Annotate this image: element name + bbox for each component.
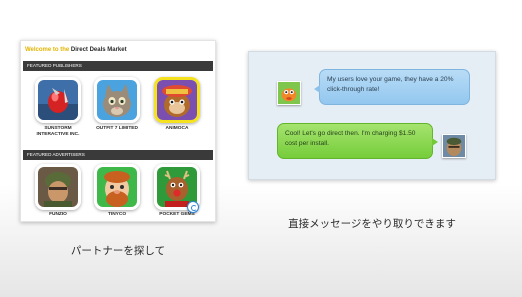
advertiser-name-tinyco: TINYCO xyxy=(107,212,127,217)
animoca-monkey-icon[interactable] xyxy=(154,77,200,123)
market-title-highlight: Welcome to the xyxy=(25,47,71,53)
market-title-rest: Direct Deals Market xyxy=(70,47,127,53)
refresh-badge-icon xyxy=(187,201,199,213)
direct-deals-market-panel: Welcome to the Direct Deals Market FEATU… xyxy=(20,40,216,222)
caption-find-partners: パートナーを探して xyxy=(70,245,166,257)
talking-tom-icon[interactable] xyxy=(94,77,140,123)
direct-message-panel: My users love your game, they have a 20%… xyxy=(248,51,496,180)
publisher-message-bubble: My users love your game, they have a 20%… xyxy=(314,69,470,105)
featured-advertisers-header: FEATURED ADVERTISERS xyxy=(23,150,213,160)
soldier-game-icon[interactable] xyxy=(35,164,81,210)
featured-publishers-header: FEATURED PUBLISHERS xyxy=(23,61,213,71)
publisher-avatar xyxy=(277,81,301,105)
sunstorm-game-icon[interactable] xyxy=(35,77,81,123)
publisher-name-animoca: ANIMOCA xyxy=(165,126,189,131)
advertiser-name-funzio: FUNZIO xyxy=(49,212,67,217)
tinyco-character-icon[interactable] xyxy=(94,164,140,210)
advertiser-message-bubble: Cool! Let's go direct then. I'm charging… xyxy=(277,123,438,159)
market-title: Welcome to the Direct Deals Market xyxy=(25,47,127,53)
advertiser-avatar xyxy=(442,134,466,158)
advertiser-name-pocket-gems: POCKET GEMS xyxy=(159,212,195,217)
publisher-name-outfit7: OUTFIT 7 LIMITED xyxy=(96,126,138,131)
publisher-name-sunstorm: SUNSTORM INTERACTIVE INC. xyxy=(36,126,80,137)
caption-direct-messaging: 直接メッセージをやり取りできます xyxy=(288,218,456,230)
